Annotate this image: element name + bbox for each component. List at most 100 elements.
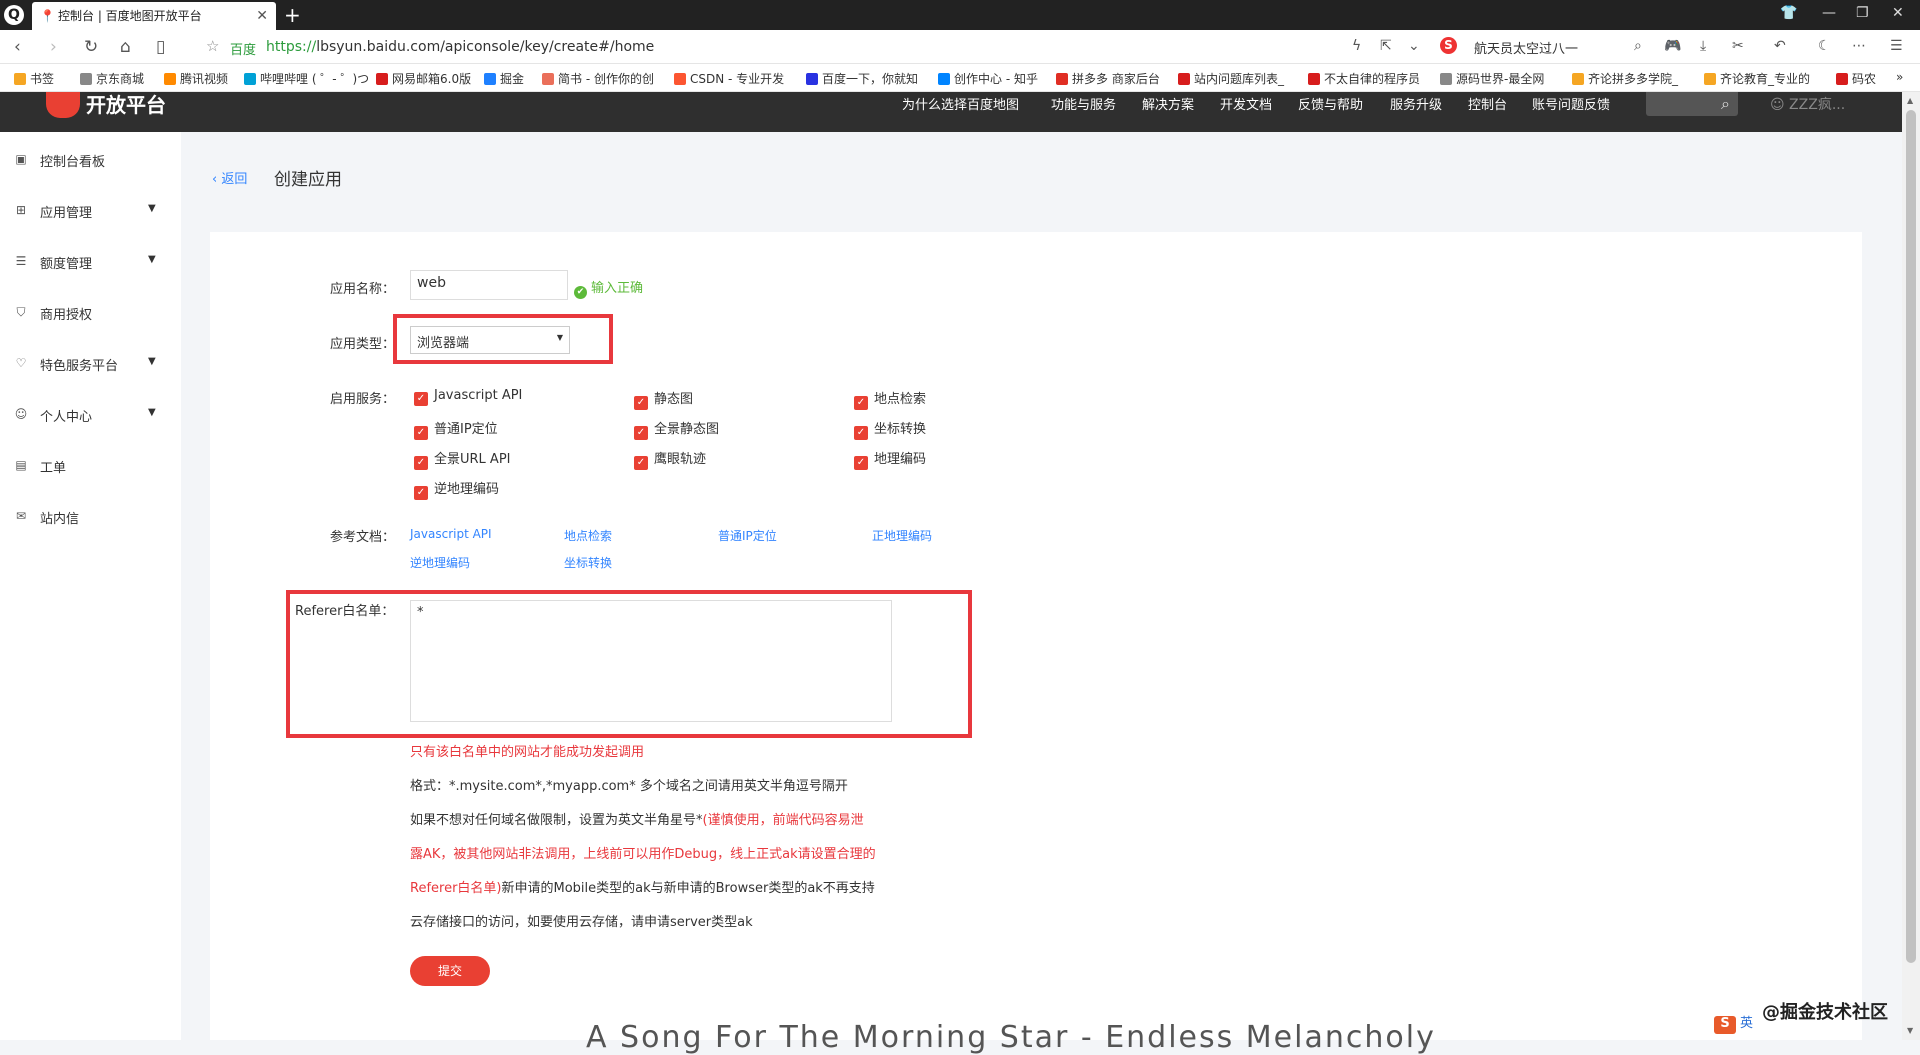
download-icon[interactable]: ⤓	[1700, 38, 1706, 54]
more-icon[interactable]: ⋯	[1852, 38, 1866, 54]
bookmark-item[interactable]: 百度一下，你就知	[806, 70, 918, 87]
night-mode-icon[interactable]: ☾	[1818, 38, 1831, 54]
bookmark-item[interactable]: 拼多多 商家后台	[1056, 70, 1160, 87]
nav-account-feedback[interactable]: 账号问题反馈	[1532, 94, 1610, 113]
bookmark-item[interactable]: 网易邮箱6.0版	[376, 70, 471, 87]
nav-console[interactable]: 控制台	[1468, 94, 1507, 113]
reader-icon[interactable]: ▯	[156, 37, 165, 57]
bookmark-item[interactable]: 哔哩哔哩 ( ゜- ゜)つ	[244, 70, 369, 87]
bookmark-label: 齐论教育_专业的	[1720, 72, 1811, 86]
bookmark-item[interactable]: CSDN - 专业开发	[674, 70, 784, 87]
doc-link[interactable]: 地点检索	[564, 527, 612, 544]
bookmark-item[interactable]: 齐论教育_专业的	[1704, 70, 1810, 87]
dropdown-icon[interactable]: ⌄	[1408, 38, 1420, 54]
site-search-input[interactable]: ⌕	[1646, 92, 1738, 116]
sidebar-item-featured-services[interactable]: ♡ 特色服务平台 ▼	[0, 354, 181, 376]
bookmark-item[interactable]: 创作中心 - 知乎	[938, 70, 1038, 87]
vertical-scrollbar[interactable]: ▲ ▼	[1902, 92, 1920, 1040]
service-checkbox[interactable]: ✓ 地理编码	[854, 448, 926, 470]
menu-icon[interactable]: ☰	[1890, 38, 1903, 54]
app-name-input[interactable]: web	[410, 270, 568, 300]
doc-link[interactable]: 坐标转换	[564, 554, 612, 571]
share-icon[interactable]: ⇱	[1380, 38, 1392, 54]
service-checkbox[interactable]: ✓ 全景URL API	[414, 448, 511, 470]
scrollbar-thumb[interactable]	[1906, 110, 1916, 963]
map-pin-icon: 📍	[40, 9, 55, 23]
doc-link[interactable]: 正地理编码	[872, 527, 932, 544]
nav-solutions[interactable]: 解决方案	[1142, 94, 1194, 113]
bookmark-item[interactable]: 书签	[14, 70, 54, 87]
search-engine-icon[interactable]: S	[1440, 37, 1457, 54]
doc-link[interactable]: 逆地理编码	[410, 554, 470, 571]
user-name[interactable]: ☺ ZZZ疯...	[1770, 94, 1845, 114]
submit-button[interactable]: 提交	[410, 956, 490, 986]
site-logo[interactable]: 开放平台	[46, 92, 166, 118]
scissors-icon[interactable]: ✂	[1732, 38, 1744, 54]
nav-why-baidu[interactable]: 为什么选择百度地图	[902, 94, 1019, 113]
search-icon[interactable]: ⌕	[1721, 94, 1730, 114]
bookmark-item[interactable]: 腾讯视频	[164, 70, 228, 87]
bookmark-item[interactable]: 掘金	[484, 70, 524, 87]
new-tab-button[interactable]: +	[284, 3, 301, 27]
service-checkbox[interactable]: ✓ Javascript API	[414, 388, 522, 406]
forward-icon[interactable]: ›	[50, 37, 57, 57]
nav-feedback[interactable]: 反馈与帮助	[1298, 94, 1363, 113]
bookmark-item[interactable]: 齐论拼多多学院_	[1572, 70, 1678, 87]
service-checkbox[interactable]: ✓ 坐标转换	[854, 418, 926, 440]
bookmark-icon	[164, 73, 176, 85]
close-tab-icon[interactable]: ✕	[256, 2, 268, 30]
service-checkbox[interactable]: ✓ 静态图	[634, 388, 693, 410]
search-box[interactable]: 航天员太空过八一	[1474, 38, 1578, 57]
bookmark-star-icon[interactable]: ☆	[206, 37, 219, 55]
sidebar-item-label: 站内信	[40, 512, 80, 527]
game-icon[interactable]: 🎮	[1664, 38, 1681, 54]
bookmark-item[interactable]: 码农	[1836, 70, 1876, 87]
scroll-down-icon[interactable]: ▼	[1907, 1026, 1913, 1035]
bookmark-item[interactable]: 源码世界-最全网	[1440, 70, 1544, 87]
sidebar-item-personal-center[interactable]: ☺ 个人中心 ▼	[0, 405, 181, 427]
sidebar-item-commercial-license[interactable]: ⛉ 商用授权	[0, 303, 181, 325]
bookmark-item[interactable]: 不太自律的程序员	[1308, 70, 1420, 87]
sidebar-item-messages[interactable]: ✉ 站内信	[0, 507, 181, 529]
service-checkbox[interactable]: ✓ 逆地理编码	[414, 478, 499, 500]
browser-logo-icon[interactable]: Q	[4, 5, 24, 25]
service-checkbox[interactable]: ✓ 全景静态图	[634, 418, 719, 440]
back-link[interactable]: ‹ 返回	[212, 172, 247, 187]
sidebar-item-tickets[interactable]: ▤ 工单	[0, 456, 181, 478]
bookmark-item[interactable]: 站内问题库列表_	[1178, 70, 1284, 87]
nav-features[interactable]: 功能与服务	[1051, 94, 1116, 113]
service-checkbox[interactable]: ✓ 鹰眼轨迹	[634, 448, 706, 470]
search-icon[interactable]: ⌕	[1634, 38, 1642, 54]
dashboard-icon: ▣	[15, 152, 27, 166]
undo-icon[interactable]: ↶	[1774, 38, 1786, 54]
home-icon[interactable]: ⌂	[120, 37, 131, 57]
browser-tab-active[interactable]: 📍 控制台 | 百度地图开放平台 ✕	[32, 2, 276, 30]
lightning-icon[interactable]: ϟ	[1352, 38, 1361, 54]
bookmark-item[interactable]: 京东商城	[80, 70, 144, 87]
nav-docs[interactable]: 开发文档	[1220, 94, 1272, 113]
restore-icon[interactable]: ❐	[1856, 5, 1869, 21]
bookmark-item[interactable]: 简书 - 创作你的创	[542, 70, 654, 87]
doc-link[interactable]: Javascript API	[410, 527, 492, 541]
bookmark-icon	[806, 73, 818, 85]
shirt-icon[interactable]: 👕	[1780, 5, 1797, 21]
service-checkbox[interactable]: ✓ 普通IP定位	[414, 418, 498, 440]
scroll-up-icon[interactable]: ▲	[1907, 96, 1913, 105]
sidebar-item-quota-management[interactable]: ☰ 额度管理 ▼	[0, 252, 181, 274]
sidebar-item-app-management[interactable]: ⊞ 应用管理 ▼	[0, 201, 181, 223]
site-brand-text: 开放平台	[86, 93, 166, 117]
ime-toolbar[interactable]: S英	[1714, 1012, 1753, 1034]
reload-icon[interactable]: ↻	[84, 37, 98, 57]
doc-link[interactable]: 普通IP定位	[718, 527, 777, 544]
nav-upgrade[interactable]: 服务升级	[1390, 94, 1442, 113]
sidebar-item-dashboard[interactable]: ▣ 控制台看板	[0, 150, 181, 172]
checkbox-checked-icon: ✓	[634, 396, 648, 410]
close-window-icon[interactable]: ✕	[1892, 5, 1904, 21]
url-field[interactable]: https://lbsyun.baidu.com/apiconsole/key/…	[266, 39, 654, 55]
service-checkbox[interactable]: ✓ 地点检索	[854, 388, 926, 410]
minimize-icon[interactable]: —	[1822, 5, 1836, 21]
back-icon[interactable]: ‹	[14, 37, 21, 57]
bookmark-overflow-icon[interactable]: »	[1896, 70, 1903, 84]
bookmark-label: 站内问题库列表_	[1194, 72, 1285, 86]
bookmark-icon	[1308, 73, 1320, 85]
